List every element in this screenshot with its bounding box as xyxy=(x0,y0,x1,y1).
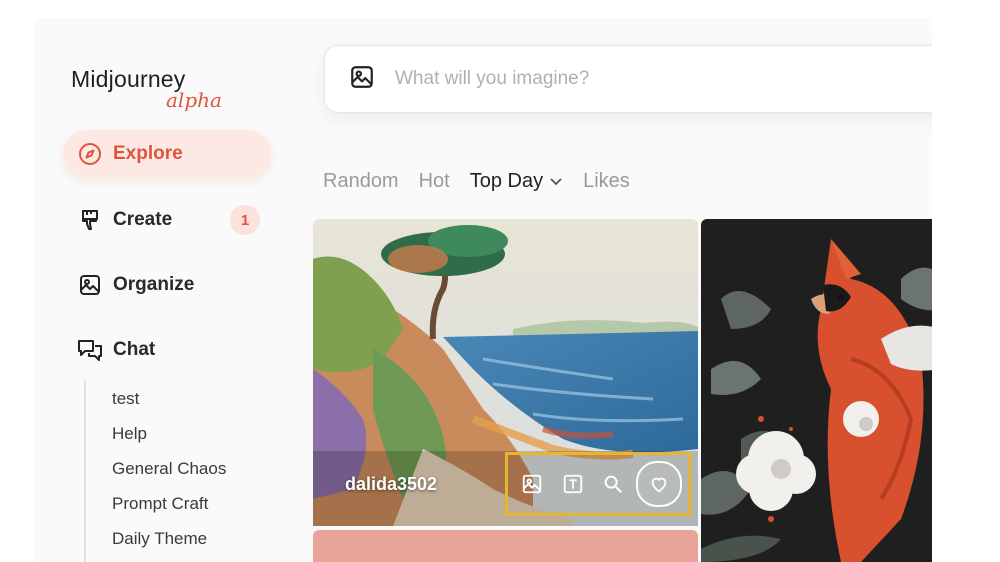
logo[interactable]: Midjourney alpha xyxy=(71,66,222,112)
chevron-down-icon xyxy=(549,170,563,193)
nav-explore[interactable]: Explore xyxy=(63,130,271,178)
compass-icon xyxy=(77,141,103,167)
brand-tag: alpha xyxy=(166,88,222,112)
app-window: Midjourney alpha Explore Create 1 Organi… xyxy=(35,18,932,562)
author-name[interactable]: dalida3502 xyxy=(345,474,437,495)
imagine-bar[interactable] xyxy=(324,45,932,113)
gallery-image-cardinal[interactable] xyxy=(701,219,932,562)
brush-icon xyxy=(77,207,103,233)
nav-explore-label: Explore xyxy=(113,143,183,164)
cardinal-painting xyxy=(701,219,932,562)
channel-help[interactable]: Help xyxy=(112,424,147,444)
image-icon xyxy=(77,272,103,298)
tab-likes[interactable]: Likes xyxy=(583,170,630,193)
channel-divider xyxy=(84,380,86,562)
nav-organize-label: Organize xyxy=(113,274,195,295)
nav-chat[interactable]: Chat xyxy=(63,326,271,374)
search-icon[interactable] xyxy=(595,466,631,502)
tab-top-day-label: Top Day xyxy=(469,170,544,192)
tab-random-label: Random xyxy=(323,170,399,192)
image-action-bar xyxy=(505,452,691,516)
channel-test[interactable]: test xyxy=(112,389,139,409)
gallery-image-seaside[interactable]: dalida3502 xyxy=(313,219,698,526)
nav-organize[interactable]: Organize xyxy=(63,261,271,309)
chat-icon xyxy=(77,337,103,363)
explore-tabs: Random Hot Top Day Likes xyxy=(323,170,650,193)
tab-hot[interactable]: Hot xyxy=(419,170,450,193)
image-prompt-icon[interactable] xyxy=(514,466,550,502)
channel-prompt-craft[interactable]: Prompt Craft xyxy=(112,494,208,514)
tab-random[interactable]: Random xyxy=(323,170,399,193)
notification-badge: 1 xyxy=(230,205,260,235)
tab-likes-label: Likes xyxy=(583,170,630,192)
nav-chat-label: Chat xyxy=(113,339,156,360)
tab-hot-label: Hot xyxy=(418,170,450,192)
image-upload-icon[interactable] xyxy=(349,64,375,95)
gallery-image-next[interactable] xyxy=(313,530,698,562)
imagine-input[interactable] xyxy=(393,67,897,91)
nav-create-label: Create xyxy=(113,209,173,230)
channel-daily-theme[interactable]: Daily Theme xyxy=(112,529,207,549)
text-prompt-icon[interactable] xyxy=(555,466,591,502)
channel-general-chaos[interactable]: General Chaos xyxy=(112,459,226,479)
heart-icon[interactable] xyxy=(635,461,682,507)
tab-top-day[interactable]: Top Day xyxy=(470,170,563,193)
